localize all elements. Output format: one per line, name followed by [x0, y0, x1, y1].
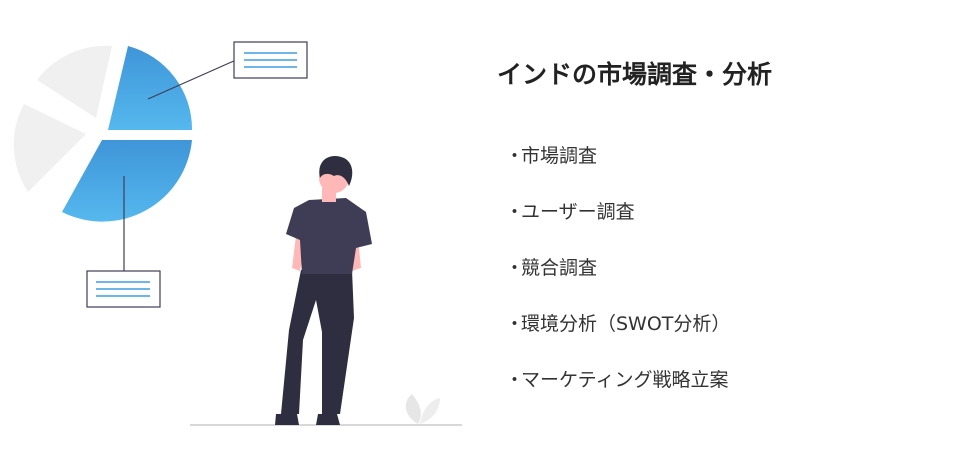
market-research-illustration — [13, 41, 462, 426]
list-item: ・市場調査 — [505, 141, 730, 197]
list-item-label: ユーザー調査 — [521, 201, 635, 223]
page-title: インドの市場調査・分析 — [497, 60, 773, 89]
callout-card-top — [233, 41, 308, 79]
bullet-glyph: ・ — [505, 313, 525, 335]
list-item: ・環境分析（SWOT分析） — [505, 309, 730, 365]
bullet-glyph: ・ — [505, 369, 525, 391]
list-item: ・競合調査 — [505, 253, 730, 309]
service-list: ・市場調査 ・ユーザー調査 ・競合調査 ・環境分析（SWOT分析） ・マーケティ… — [505, 141, 730, 421]
list-item-label: 環境分析（SWOT分析） — [521, 313, 731, 335]
bullet-glyph: ・ — [505, 145, 525, 167]
pie-slice-gray-bottom — [13, 104, 87, 192]
callout-card-bottom — [86, 270, 161, 308]
pie-chart — [13, 45, 193, 222]
person-figure — [275, 156, 372, 425]
pie-slice-blue-top — [108, 46, 193, 130]
bullet-glyph: ・ — [505, 201, 525, 223]
list-item: ・マーケティング戦略立案 — [505, 365, 730, 421]
list-item-label: 競合調査 — [521, 257, 598, 279]
pie-slice-blue-bottom — [62, 140, 192, 222]
list-item-label: 市場調査 — [521, 145, 598, 167]
content-panel: インドの市場調査・分析 ・市場調査 ・ユーザー調査 ・競合調査 ・環境分析（SW… — [497, 0, 957, 468]
pie-slice-gray-top — [37, 45, 112, 119]
bullet-glyph: ・ — [505, 257, 525, 279]
list-item: ・ユーザー調査 — [505, 197, 730, 253]
list-item-label: マーケティング戦略立案 — [521, 369, 729, 391]
plant-icon — [405, 394, 440, 424]
